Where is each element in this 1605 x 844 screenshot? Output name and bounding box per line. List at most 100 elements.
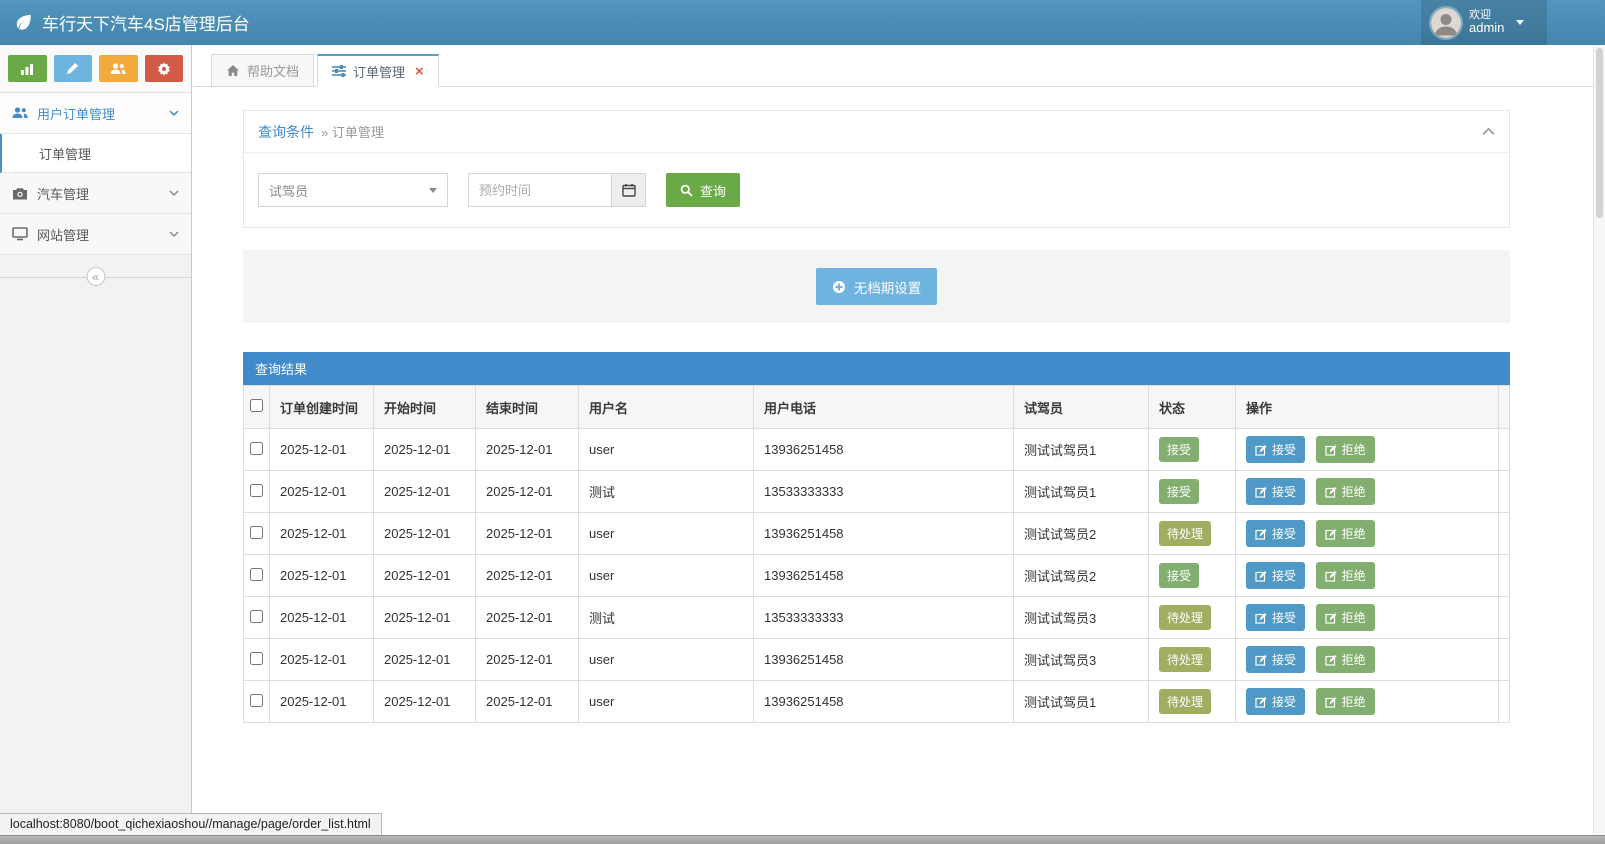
users-icon <box>12 106 28 120</box>
appointment-time-input[interactable] <box>468 173 612 207</box>
cell-status: 接受 <box>1149 429 1236 471</box>
breadcrumb-separator: » <box>321 125 328 140</box>
tab-help-docs[interactable]: 帮助文档 <box>211 54 314 87</box>
close-icon[interactable]: × <box>415 64 424 79</box>
row-checkbox[interactable] <box>250 652 263 665</box>
chevron-up-icon[interactable] <box>1482 127 1495 136</box>
cell-end: 2025-12-01 <box>476 555 579 597</box>
search-button-label: 查询 <box>700 181 726 200</box>
reject-button-label: 拒绝 <box>1342 441 1366 458</box>
reject-button[interactable]: 拒绝 <box>1316 688 1375 715</box>
shortcut-settings-button[interactable] <box>145 55 184 82</box>
results-table: 订单创建时间 开始时间 结束时间 用户名 用户电话 试驾员 状态 操作 2025… <box>243 385 1510 723</box>
accept-button[interactable]: 接受 <box>1246 646 1305 673</box>
scrollbar-thumb[interactable] <box>1596 48 1603 218</box>
bottom-window-edge <box>0 835 1605 844</box>
accept-button[interactable]: 接受 <box>1246 436 1305 463</box>
reject-button[interactable]: 拒绝 <box>1316 436 1375 463</box>
sidebar-item-car-management[interactable]: 汽车管理 <box>0 173 191 214</box>
username: admin <box>1469 21 1504 36</box>
row-checkbox[interactable] <box>250 610 263 623</box>
reject-button[interactable]: 拒绝 <box>1316 520 1375 547</box>
cell-status: 接受 <box>1149 471 1236 513</box>
cell-phone: 13936251458 <box>754 639 1014 681</box>
filter-panel-title[interactable]: 查询条件 <box>258 122 314 142</box>
search-icon <box>680 184 693 197</box>
cell-status: 待处理 <box>1149 597 1236 639</box>
accept-button[interactable]: 接受 <box>1246 688 1305 715</box>
tab-label: 帮助文档 <box>247 61 299 80</box>
cell-start: 2025-12-01 <box>374 429 476 471</box>
sidebar-item-order-management[interactable]: 订单管理 <box>0 134 191 173</box>
table-row: 2025-12-01 2025-12-01 2025-12-01 user 13… <box>244 681 1510 723</box>
tab-order-management[interactable]: 订单管理 × <box>317 54 439 87</box>
accept-button[interactable]: 接受 <box>1246 478 1305 505</box>
accept-button-label: 接受 <box>1272 693 1296 710</box>
col-header-status: 状态 <box>1149 386 1236 429</box>
cell-spacer <box>1499 639 1510 681</box>
row-checkbox-cell <box>244 429 270 471</box>
cell-phone: 13936251458 <box>754 555 1014 597</box>
cell-spacer <box>1499 471 1510 513</box>
tab-bar: 帮助文档 订单管理 × <box>193 45 1605 87</box>
sidebar-collapse-button[interactable]: « <box>86 267 105 286</box>
sidebar-item-user-order-management[interactable]: 用户订单管理 <box>0 93 191 134</box>
cell-status: 待处理 <box>1149 681 1236 723</box>
cell-username: 测试 <box>579 471 754 513</box>
reject-button[interactable]: 拒绝 <box>1316 604 1375 631</box>
shortcut-pencil-button[interactable] <box>54 55 93 82</box>
row-checkbox[interactable] <box>250 568 263 581</box>
col-header-driver: 试驾员 <box>1014 386 1149 429</box>
row-checkbox[interactable] <box>250 526 263 539</box>
col-header-start: 开始时间 <box>374 386 476 429</box>
accept-button[interactable]: 接受 <box>1246 604 1305 631</box>
accept-button-label: 接受 <box>1272 483 1296 500</box>
edit-icon <box>1255 486 1267 498</box>
gear-icon <box>157 62 171 76</box>
search-button[interactable]: 查询 <box>666 173 740 207</box>
row-checkbox[interactable] <box>250 442 263 455</box>
results-section: 查询结果 订单创建时间 开始时间 结束时间 用户名 用户电话 试驾员 <box>243 352 1510 723</box>
cell-end: 2025-12-01 <box>476 681 579 723</box>
results-title: 查询结果 <box>243 352 1510 385</box>
no-schedule-button[interactable]: 无档期设置 <box>816 268 938 305</box>
calendar-button[interactable] <box>612 173 646 207</box>
reject-button-label: 拒绝 <box>1342 651 1366 668</box>
driver-select[interactable]: 试驾员 <box>258 173 448 207</box>
cell-spacer <box>1499 555 1510 597</box>
cell-created: 2025-12-01 <box>270 429 374 471</box>
row-checkbox[interactable] <box>250 694 263 707</box>
accept-button[interactable]: 接受 <box>1246 520 1305 547</box>
cell-username: 测试 <box>579 597 754 639</box>
status-badge: 接受 <box>1159 437 1199 462</box>
row-checkbox-cell <box>244 513 270 555</box>
cell-driver: 测试试驾员1 <box>1014 471 1149 513</box>
app-brand: 车行天下汽车4S店管理后台 <box>0 10 250 35</box>
accept-button[interactable]: 接受 <box>1246 562 1305 589</box>
cell-status: 接受 <box>1149 555 1236 597</box>
cell-phone: 13533333333 <box>754 471 1014 513</box>
breadcrumb: » 订单管理 <box>321 122 384 141</box>
sidebar-item-site-management[interactable]: 网站管理 <box>0 214 191 255</box>
shortcut-chart-button[interactable] <box>8 55 47 82</box>
scrollbar[interactable] <box>1593 45 1605 835</box>
accept-button-label: 接受 <box>1272 441 1296 458</box>
shortcut-users-button[interactable] <box>99 55 138 82</box>
menu-label: 网站管理 <box>37 225 169 244</box>
chevron-down-icon <box>1516 20 1524 25</box>
reject-button[interactable]: 拒绝 <box>1316 562 1375 589</box>
filter-panel-header: 查询条件 » 订单管理 <box>244 111 1509 153</box>
reject-button[interactable]: 拒绝 <box>1316 478 1375 505</box>
cell-start: 2025-12-01 <box>374 681 476 723</box>
cell-phone: 13936251458 <box>754 429 1014 471</box>
reject-button[interactable]: 拒绝 <box>1316 646 1375 673</box>
user-menu[interactable]: 欢迎 admin <box>1421 0 1547 45</box>
cell-username: user <box>579 681 754 723</box>
edit-icon <box>1325 444 1337 456</box>
cell-driver: 测试试驾员1 <box>1014 681 1149 723</box>
select-all-checkbox[interactable] <box>250 399 263 412</box>
cell-actions: 接受 拒绝 <box>1236 555 1499 597</box>
cell-start: 2025-12-01 <box>374 471 476 513</box>
row-checkbox[interactable] <box>250 484 263 497</box>
menu-label: 汽车管理 <box>37 184 169 203</box>
